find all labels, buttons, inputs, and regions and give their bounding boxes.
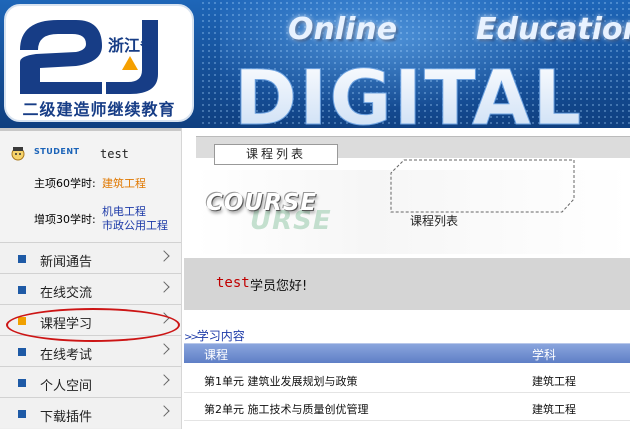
student-tag: STUDENT [34, 147, 80, 156]
chevron-right-icon [158, 281, 170, 293]
bullet-icon [18, 348, 26, 356]
course-name-link[interactable]: 第1单元 建筑业发展规划与政策 [204, 373, 358, 389]
bullet-icon [18, 410, 26, 418]
table-row[interactable]: 第2单元 施工技术与质量创优管理 建筑工程 [184, 394, 630, 421]
add-hours-value-2[interactable]: 市政公用工程 [102, 217, 168, 233]
student-avatar-icon [11, 147, 25, 161]
chevron-right-icon [158, 405, 170, 417]
tab-course-list[interactable]: 课程列表 [214, 144, 338, 165]
sidebar-item-forum[interactable]: 在线交流 [0, 273, 181, 304]
banner-word-education: Education [476, 12, 630, 47]
sidebar-item-download-plugin[interactable]: 下载插件 [0, 397, 181, 428]
sidebar-item-label: 个人空间 [40, 379, 93, 394]
site-logo[interactable]: 浙江省 二级建造师继续教育 [4, 4, 194, 122]
logo-province-text: 浙江省 [108, 36, 157, 55]
sidebar-item-news[interactable]: 新闻通告 [0, 242, 181, 273]
welcome-text: 学员您好! [250, 279, 308, 294]
bullet-icon [18, 255, 26, 263]
sidebar-item-label: 在线考试 [40, 348, 93, 363]
chevron-right-icon [158, 343, 170, 355]
course-banner-word: COURSE [206, 190, 318, 216]
banner-digital-graphic: DIGITAL [234, 60, 583, 128]
sidebar-item-label: 下载插件 [40, 410, 93, 425]
course-label-frame [390, 159, 575, 213]
course-subject: 建筑工程 [532, 375, 576, 388]
header-banner: 浙江省 二级建造师继续教育 Online Education DIGITAL [0, 0, 630, 128]
username: test [100, 147, 129, 161]
course-name-link[interactable]: 第2单元 施工技术与质量创优管理 [204, 401, 369, 417]
main-hours-value[interactable]: 建筑工程 [102, 175, 146, 191]
banner-word-online: Online [288, 12, 398, 47]
study-content-header: >>学习内容 [184, 327, 245, 344]
table-header-subject: 学科 [532, 348, 557, 362]
bullet-icon [18, 379, 26, 387]
banner-digital-text: DIGITAL [234, 60, 583, 128]
user-info-panel: STUDENT test 主项60学时: 建筑工程 增项30学时: 机电工程 市… [0, 128, 181, 242]
study-content-title: 学习内容 [196, 329, 245, 343]
chevron-right-icon [158, 374, 170, 386]
main-hours-label: 主项60学时: [34, 177, 96, 190]
course-banner-label: 课程列表 [410, 214, 459, 228]
table-header [184, 343, 630, 363]
highlight-annotation [6, 308, 180, 342]
bullet-icon [18, 286, 26, 294]
welcome-username: test [216, 275, 250, 291]
logo-site-name: 二级建造师继续教育 [22, 100, 176, 119]
main-content: 课程列表 URSE COURSE 课程列表 test 学员您好! >>学习内容 … [182, 128, 630, 429]
sidebar-item-personal-space[interactable]: 个人空间 [0, 366, 181, 397]
sidebar: STUDENT test 主项60学时: 建筑工程 增项30学时: 机电工程 市… [0, 128, 182, 429]
chevron-right-icon [158, 250, 170, 262]
course-subject: 建筑工程 [532, 403, 576, 416]
sidebar-item-label: 在线交流 [40, 286, 93, 301]
sidebar-item-label: 新闻通告 [40, 255, 93, 270]
table-header-course: 课程 [204, 348, 229, 362]
double-arrow-icon: >> [184, 332, 199, 343]
table-row[interactable]: 第1单元 建筑业发展规划与政策 建筑工程 [184, 366, 630, 393]
add-hours-label: 增项30学时: [34, 213, 96, 226]
